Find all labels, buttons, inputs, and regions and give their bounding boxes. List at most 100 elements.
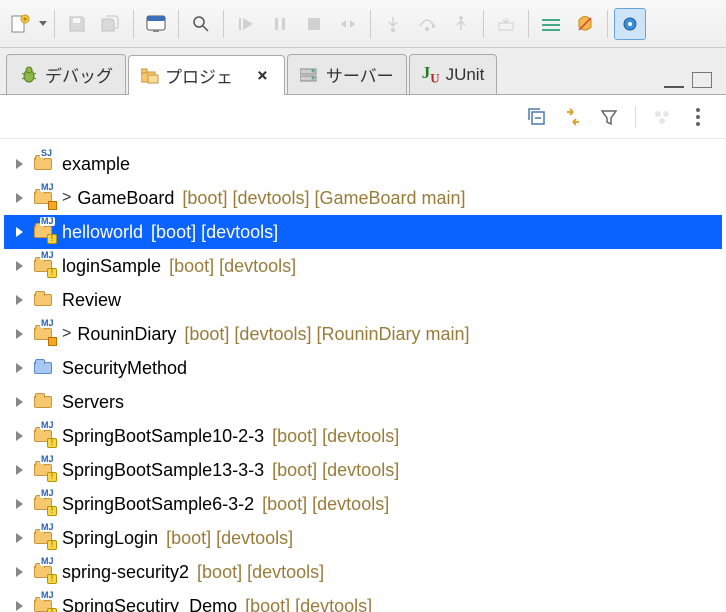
step-over-button[interactable]	[411, 8, 443, 40]
new-button[interactable]	[4, 8, 36, 40]
save-all-button[interactable]	[95, 8, 127, 40]
tab-project-explorer[interactable]: プロジェ ⨯	[128, 55, 285, 95]
expand-arrow-icon[interactable]	[10, 260, 28, 272]
project-node[interactable]: MJ!SpringBootSample13-3-3 [boot] [devtoo…	[4, 453, 722, 487]
expand-arrow-icon[interactable]	[10, 396, 28, 408]
drop-to-frame-button[interactable]	[490, 8, 522, 40]
tab-junit[interactable]: JU JUnit	[409, 54, 498, 94]
project-decorators: [boot] [devtools] [RouninDiary main]	[180, 324, 469, 345]
project-icon: SJ	[32, 155, 54, 173]
project-name: GameBoard	[77, 188, 174, 209]
project-explorer-toolbar	[0, 95, 726, 139]
project-node[interactable]: MJ!loginSample [boot] [devtools]	[4, 249, 722, 283]
toolbar-separator	[528, 10, 529, 38]
project-icon	[32, 393, 54, 411]
filter-button[interactable]	[595, 103, 623, 131]
close-icon[interactable]: ⨯	[253, 65, 272, 86]
link-with-editor-button[interactable]	[559, 103, 587, 131]
git-dirty-indicator: >	[62, 325, 73, 343]
project-decorators: [boot] [devtools]	[268, 426, 399, 447]
bug-icon	[19, 65, 39, 85]
project-node[interactable]: MJ! SpringSecutiry_Demo [boot] [devtools]	[4, 589, 722, 612]
project-icon	[32, 291, 54, 309]
project-node[interactable]: MJ!SpringLogin [boot] [devtools]	[4, 521, 722, 555]
project-node[interactable]: Servers	[4, 385, 722, 419]
expand-arrow-icon[interactable]	[10, 498, 28, 510]
project-node[interactable]: SecurityMethod	[4, 351, 722, 385]
project-icon: MJ!	[32, 563, 54, 581]
project-name: SpringBootSample6-3-2	[62, 494, 254, 515]
minimize-button[interactable]	[664, 72, 684, 88]
project-icon: MJ!	[32, 597, 54, 612]
view-menu-button[interactable]	[684, 103, 712, 131]
expand-arrow-icon[interactable]	[10, 328, 28, 340]
project-icon: MJ!	[32, 461, 54, 479]
junit-icon: JU	[422, 63, 440, 86]
toolbar-separator	[54, 10, 55, 38]
use-step-filters-button[interactable]	[535, 8, 567, 40]
project-name: helloworld	[62, 222, 143, 243]
project-decorators: [boot] [devtools]	[165, 256, 296, 277]
project-icon: MJ!	[32, 529, 54, 547]
project-name: spring-security2	[62, 562, 189, 583]
expand-arrow-icon[interactable]	[10, 192, 28, 204]
project-name: SecurityMethod	[62, 358, 187, 379]
collapse-all-button[interactable]	[523, 103, 551, 131]
project-tree[interactable]: SJ example MJ > GameBoard [boot] [devtools]…	[0, 139, 726, 612]
project-node[interactable]: MJ! spring-security2 [boot] [devtools]	[4, 555, 722, 589]
terminal-button[interactable]	[140, 8, 172, 40]
expand-arrow-icon[interactable]	[10, 362, 28, 374]
step-into-button[interactable]	[377, 8, 409, 40]
view-minmax	[656, 72, 720, 94]
project-node[interactable]: Review	[4, 283, 722, 317]
project-node[interactable]: MJ!helloworld [boot] [devtools]	[4, 215, 722, 249]
toolbar-separator	[178, 10, 179, 38]
toolbar-separator	[607, 10, 608, 38]
main-toolbar	[0, 0, 726, 48]
project-decorators: [boot] [devtools]	[241, 596, 372, 612]
expand-arrow-icon[interactable]	[10, 294, 28, 306]
git-dirty-indicator: >	[62, 189, 73, 207]
expand-arrow-icon[interactable]	[10, 600, 28, 612]
skip-breakpoints-button[interactable]	[569, 8, 601, 40]
save-button[interactable]	[61, 8, 93, 40]
project-node[interactable]: MJ> RouninDiary [boot] [devtools] [Rouni…	[4, 317, 722, 351]
project-decorators: [boot] [devtools] [GameBoard main]	[178, 188, 465, 209]
project-icon: MJ!	[32, 427, 54, 445]
project-name: SpringBootSample10-2-3	[62, 426, 264, 447]
project-node[interactable]: MJ! SpringBootSample10-2-3 [boot] [devtoo…	[4, 419, 722, 453]
project-name: SpringSecutiry_Demo	[62, 596, 237, 612]
pause-button[interactable]	[264, 8, 296, 40]
project-name: example	[62, 154, 130, 175]
project-icon: MJ	[32, 189, 54, 207]
expand-arrow-icon[interactable]	[10, 532, 28, 544]
maximize-button[interactable]	[692, 72, 712, 88]
project-name: Servers	[62, 392, 124, 413]
project-node[interactable]: SJ example	[4, 147, 722, 181]
stop-button[interactable]	[298, 8, 330, 40]
search-button[interactable]	[185, 8, 217, 40]
tab-servers[interactable]: サーバー	[287, 54, 407, 94]
project-icon: MJ!	[32, 495, 54, 513]
project-icon	[141, 68, 159, 84]
perspective-button[interactable]	[614, 8, 646, 40]
resume-button[interactable]	[230, 8, 262, 40]
view-tabbar: デバッグ プロジェ ⨯ サーバー JU JUnit	[0, 48, 726, 95]
expand-arrow-icon[interactable]	[10, 566, 28, 578]
expand-arrow-icon[interactable]	[10, 158, 28, 170]
focus-task-button[interactable]	[648, 103, 676, 131]
new-dropdown[interactable]	[38, 21, 48, 26]
disconnect-button[interactable]	[332, 8, 364, 40]
expand-arrow-icon[interactable]	[10, 430, 28, 442]
tab-label: プロジェ	[165, 63, 233, 88]
tab-debug[interactable]: デバッグ	[6, 54, 126, 94]
project-name: SpringLogin	[62, 528, 158, 549]
toolbar-separator	[223, 10, 224, 38]
project-node[interactable]: MJ!SpringBootSample6-3-2 [boot] [devtool…	[4, 487, 722, 521]
step-return-button[interactable]	[445, 8, 477, 40]
project-node[interactable]: MJ > GameBoard [boot] [devtools] [GameBoa…	[4, 181, 722, 215]
project-decorators: [boot] [devtools]	[193, 562, 324, 583]
toolbar-separator	[370, 10, 371, 38]
expand-arrow-icon[interactable]	[10, 226, 28, 238]
expand-arrow-icon[interactable]	[10, 464, 28, 476]
